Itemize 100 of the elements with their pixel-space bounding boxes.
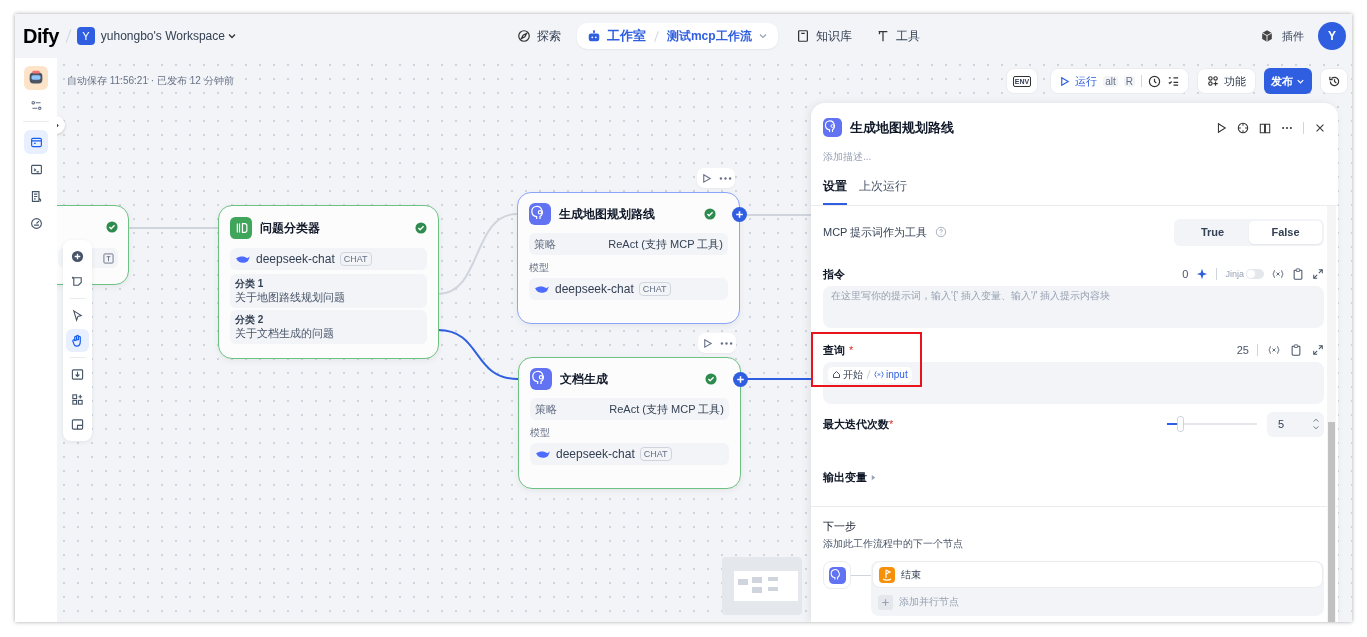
- model-name: deepseek-chat: [556, 447, 635, 461]
- description-field[interactable]: 添加描述...: [823, 151, 1023, 162]
- slider-thumb[interactable]: [1176, 416, 1184, 432]
- robot-icon: [586, 29, 601, 43]
- agent-node[interactable]: 生成地图规划路线 策略 ReAct (支持 MCP 工具) 模型 deepseek-chat CHAT: [517, 192, 740, 324]
- class-label: 分类 2: [235, 313, 265, 327]
- jinja-label: Jinja: [1225, 269, 1244, 279]
- play-icon[interactable]: [1215, 121, 1227, 134]
- book-icon: [795, 29, 810, 43]
- required-mark: *: [889, 418, 894, 430]
- nav-label: 工作室: [606, 27, 646, 45]
- node-title: 文档生成: [560, 370, 609, 388]
- next-node-item[interactable]: 结束: [872, 561, 1323, 588]
- cube-icon: [1260, 29, 1274, 43]
- segment-option[interactable]: False: [1249, 220, 1322, 244]
- terminal-icon: [29, 162, 43, 176]
- section-description: 添加此工作流程中的下一个节点: [823, 537, 964, 551]
- connection-line: [745, 378, 812, 380]
- features-button[interactable]: 功能: [1197, 68, 1256, 94]
- class-description: 关于地图路线规划问题: [235, 291, 346, 305]
- home-icon: [832, 370, 841, 379]
- checklist-icon[interactable]: [1167, 74, 1180, 88]
- run-button[interactable]: 运行: [1059, 73, 1098, 89]
- variable-icon: [874, 370, 884, 379]
- query-field[interactable]: 开始 input: [823, 362, 1324, 404]
- scrollbar[interactable]: [1327, 206, 1336, 622]
- strategy-label: 策略: [535, 401, 557, 417]
- book-icon[interactable]: [1259, 121, 1271, 134]
- number-input[interactable]: 5: [1267, 411, 1324, 437]
- model-label: 模型: [529, 261, 550, 275]
- clipboard-icon[interactable]: [1290, 344, 1302, 356]
- agent-icon: [828, 566, 846, 584]
- panel-tab[interactable]: 上次运行: [859, 178, 907, 205]
- layout-icon: [71, 393, 84, 406]
- export-icon: [71, 368, 84, 381]
- required-mark: *: [849, 344, 854, 356]
- history-icon[interactable]: [1148, 74, 1161, 88]
- gauge-icon: [29, 216, 43, 230]
- agent-icon: [530, 368, 552, 390]
- agent-node[interactable]: 文档生成 策略 ReAct (支持 MCP 工具) 模型 deepseek-chat CHAT: [518, 357, 741, 489]
- app-breadcrumb[interactable]: 测试mcp工作流: [666, 27, 752, 45]
- connection-line: [746, 214, 812, 216]
- workspace-switcher[interactable]: yuhongbo's Workspace: [100, 29, 237, 43]
- nav-tab[interactable]: 探索: [506, 27, 571, 45]
- panel-title[interactable]: 生成地图规划路线: [850, 118, 954, 137]
- character-count: 25: [1236, 344, 1249, 356]
- add-icon[interactable]: [733, 372, 748, 387]
- flag-icon: [879, 566, 895, 583]
- slider[interactable]: [1167, 416, 1257, 432]
- class-label: 分类 1: [235, 277, 265, 291]
- instruction-field[interactable]: 在这里写你的提示词，输入'{' 插入变量、输入'/' 插入提示内容块: [823, 286, 1324, 328]
- apps-icon: [1207, 75, 1219, 87]
- model-name: deepseek-chat: [555, 282, 634, 296]
- user-avatar[interactable]: Y: [1318, 22, 1346, 50]
- shortcut-key: alt: [1103, 75, 1118, 87]
- caret-icon[interactable]: [870, 473, 877, 481]
- output-variables-toggle[interactable]: 输出变量: [823, 469, 867, 485]
- segment-option[interactable]: True: [1176, 220, 1249, 244]
- nav-tab[interactable]: 工具: [865, 27, 930, 45]
- strategy-value: ReAct (支持 MCP 工具): [609, 401, 724, 417]
- shortcut-key: R: [1123, 75, 1135, 87]
- model-tag: CHAT: [639, 447, 672, 461]
- panel-tab[interactable]: 设置: [823, 178, 847, 205]
- workspace-avatar: Y: [76, 27, 95, 45]
- minimap-icon: [71, 418, 84, 431]
- nav-tab[interactable]: 知识库: [785, 27, 862, 45]
- clipboard-icon[interactable]: [1292, 268, 1304, 280]
- logo[interactable]: Dify: [23, 24, 59, 48]
- text-type-icon: [103, 252, 114, 264]
- jinja-switch[interactable]: [1246, 269, 1264, 279]
- nav-tab[interactable]: 工作室 测试mcp工作流: [576, 23, 778, 49]
- version-history-button[interactable]: [1320, 68, 1348, 94]
- stepper-icon[interactable]: [1312, 416, 1320, 432]
- node-title: 问题分类器: [260, 219, 321, 237]
- robot-icon[interactable]: [24, 66, 48, 90]
- expand-icon[interactable]: [1312, 344, 1324, 356]
- compass-icon: [516, 29, 531, 43]
- sidebar-item[interactable]: [24, 130, 48, 154]
- add-icon[interactable]: [732, 207, 747, 222]
- class-description: 关于文档生成的问题: [235, 327, 335, 341]
- sparkle-icon[interactable]: [1196, 268, 1209, 280]
- add-node-icon: [71, 250, 84, 263]
- variable-token[interactable]: 开始 input: [828, 366, 912, 383]
- model-name: deepseek-chat: [256, 252, 335, 266]
- publish-button[interactable]: 发布: [1264, 68, 1312, 94]
- plugins-button[interactable]: 插件: [1282, 28, 1304, 44]
- classifier-icon: [230, 217, 252, 239]
- settings-icon[interactable]: [29, 99, 43, 112]
- model-label: 模型: [530, 426, 551, 440]
- expand-icon[interactable]: [1312, 268, 1324, 280]
- node-title: 生成地图规划路线: [559, 205, 656, 223]
- variable-icon[interactable]: [1268, 344, 1280, 356]
- classifier-node[interactable]: 问题分类器 deepseek-chat CHAT 分类 1 关于地图路线规划问题 分类 2 关于文档生成的问题: [218, 205, 439, 359]
- variable-icon[interactable]: [1272, 268, 1284, 280]
- agent-icon: [529, 203, 551, 225]
- palette-tool[interactable]: [66, 329, 89, 352]
- crosshair-icon[interactable]: [1237, 121, 1249, 134]
- document-icon: [29, 189, 43, 203]
- model-tag: CHAT: [638, 282, 671, 296]
- strategy-value: ReAct (支持 MCP 工具): [608, 236, 723, 252]
